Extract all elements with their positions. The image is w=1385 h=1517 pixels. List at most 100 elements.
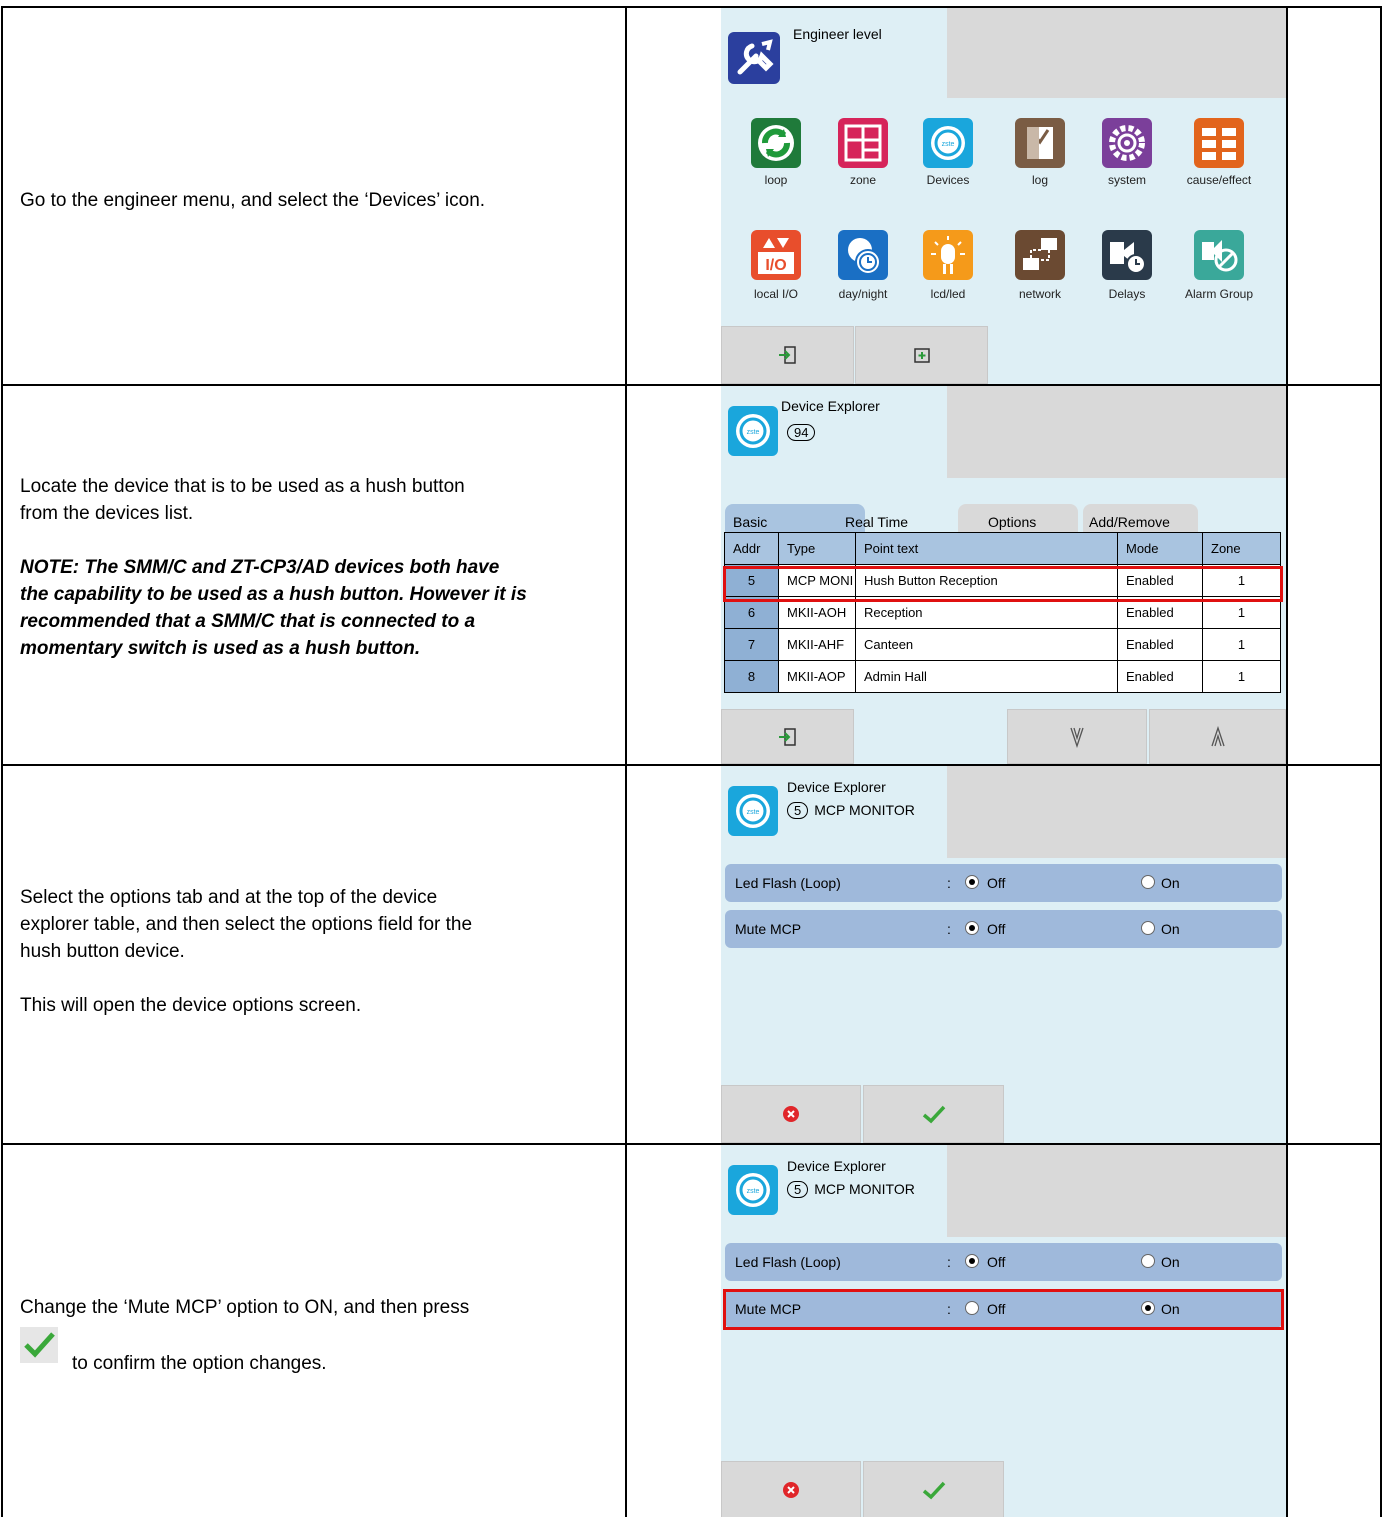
engineer-wrench-icon xyxy=(728,32,780,84)
column-divider-right xyxy=(1380,6,1382,1517)
device-table: Addr Type Point text Mode Zone 5 MCP MON… xyxy=(724,532,1281,693)
svg-text:I/O: I/O xyxy=(765,257,786,274)
loop-icon[interactable] xyxy=(751,118,801,168)
radio-on[interactable] xyxy=(1141,921,1155,935)
device-name: MCP MONITOR xyxy=(814,802,915,818)
column-header: Mode xyxy=(1117,532,1203,565)
radio-off[interactable] xyxy=(965,875,979,889)
confirm-button[interactable] xyxy=(863,1085,1004,1143)
exit-button[interactable] xyxy=(721,709,854,764)
alarm-group-icon[interactable] xyxy=(1194,230,1244,280)
option-colon: : xyxy=(947,921,951,937)
instruction-line: to confirm the option changes. xyxy=(72,1353,327,1374)
instruction-text: Go to the engineer menu, and select the … xyxy=(20,190,486,211)
screen-title: Device Explorer xyxy=(781,398,880,414)
column-divider-2 xyxy=(1286,6,1288,1517)
cell-type: MKII-AHF xyxy=(778,628,856,661)
svg-text:zste: zste xyxy=(942,141,955,148)
device-identifier: 5 MCP MONITOR xyxy=(787,802,915,819)
log-icon[interactable] xyxy=(1015,118,1065,168)
add-folder-icon xyxy=(913,348,930,363)
checkmark-icon xyxy=(20,1327,58,1363)
exit-icon xyxy=(778,346,796,364)
device-count-badge: 94 xyxy=(787,424,821,441)
checkmark-icon xyxy=(922,1481,945,1500)
system-icon[interactable] xyxy=(1102,118,1152,168)
day-night-icon[interactable] xyxy=(838,230,888,280)
column-header: Addr xyxy=(724,532,779,565)
option-label: Led Flash (Loop) xyxy=(735,875,841,891)
note-line: momentary switch is used as a hush butto… xyxy=(20,638,421,659)
alarm-group-label: Alarm Group xyxy=(1184,287,1254,301)
tab-real-time[interactable]: Real Time xyxy=(837,504,957,532)
device-options-updated-screen: zste Device Explorer 5 MCP MONITOR Led Fl… xyxy=(721,1145,1286,1517)
add-button[interactable] xyxy=(855,326,988,384)
cell-zone: 1 xyxy=(1202,628,1281,661)
delays-icon[interactable] xyxy=(1102,230,1152,280)
cancel-button[interactable] xyxy=(721,1461,861,1517)
option-row-led-flash[interactable]: Led Flash (Loop) : Off On xyxy=(725,1243,1282,1281)
radio-on-label: On xyxy=(1161,875,1180,891)
cell-addr: 8 xyxy=(724,660,779,693)
network-icon[interactable] xyxy=(1015,230,1065,280)
cancel-icon xyxy=(783,1482,799,1498)
radio-off-label: Off xyxy=(987,921,1006,937)
option-row-led-flash[interactable]: Led Flash (Loop) : Off On xyxy=(725,864,1282,902)
radio-off-label: Off xyxy=(987,1254,1006,1270)
lcd-led-icon[interactable] xyxy=(923,230,973,280)
note-line: the capability to be used as a hush butt… xyxy=(20,584,527,605)
column-divider-left xyxy=(1,6,3,1517)
column-header: Point text xyxy=(855,532,1118,565)
zone-icon[interactable] xyxy=(838,118,888,168)
radio-on-label: On xyxy=(1161,921,1180,937)
option-label: Mute MCP xyxy=(735,921,802,937)
tab-options[interactable]: Options xyxy=(958,504,1078,532)
cause-effect-icon[interactable] xyxy=(1194,118,1244,168)
instruction-line: This will open the device options screen… xyxy=(20,995,362,1016)
option-colon: : xyxy=(947,1254,951,1270)
column-divider-1 xyxy=(625,6,627,1517)
column-header: Zone xyxy=(1202,532,1281,565)
instruction-line: Locate the device that is to be used as … xyxy=(20,476,465,497)
cell-addr: 7 xyxy=(724,628,779,661)
devices-icon: zste xyxy=(728,1165,778,1215)
option-row-mute-mcp[interactable]: Mute MCP : Off On xyxy=(725,910,1282,948)
cause-effect-label: cause/effect xyxy=(1186,173,1252,187)
table-row[interactable]: 8 MKII-AOP Admin Hall Enabled 1 xyxy=(724,660,1281,693)
note-line: NOTE: The SMM/C and ZT-CP3/AD devices bo… xyxy=(20,557,500,578)
svg-text:zste: zste xyxy=(747,429,760,436)
svg-text:zste: zste xyxy=(747,1188,760,1195)
radio-on[interactable] xyxy=(1141,1254,1155,1268)
radio-off[interactable] xyxy=(965,1254,979,1268)
cell-type: MKII-AOP xyxy=(778,660,856,693)
highlight-box xyxy=(723,566,1283,602)
tab-add-remove[interactable]: Add/Remove xyxy=(1083,504,1198,532)
screen-title: Device Explorer xyxy=(787,779,886,795)
radio-off[interactable] xyxy=(965,921,979,935)
instruction-text: Change the ‘Mute MCP’ option to ON, and … xyxy=(20,1294,469,1321)
radio-off-label: Off xyxy=(987,875,1006,891)
scroll-up-button[interactable] xyxy=(1149,709,1286,764)
option-colon: : xyxy=(947,875,951,891)
checkmark-icon xyxy=(922,1105,945,1124)
devices-icon[interactable]: zste xyxy=(923,118,973,168)
device-address-badge: 5 xyxy=(787,1181,809,1198)
instruction-line: hush button device. xyxy=(20,941,185,962)
table-row[interactable]: 7 MKII-AHF Canteen Enabled 1 xyxy=(724,628,1281,661)
instruction-line: Select the options tab and at the top of… xyxy=(20,887,438,908)
cancel-icon xyxy=(783,1106,799,1122)
instruction-text: Select the options tab and at the top of… xyxy=(20,884,472,1019)
instruction-text: Locate the device that is to be used as … xyxy=(20,473,527,662)
confirm-button[interactable] xyxy=(863,1461,1004,1517)
cancel-button[interactable] xyxy=(721,1085,861,1143)
device-explorer-list-screen: zste Device Explorer 94 Basic Real Time … xyxy=(721,386,1286,764)
scroll-down-button[interactable] xyxy=(1007,709,1147,764)
exit-icon xyxy=(778,727,796,746)
screen-title: Engineer level xyxy=(793,26,882,42)
note-line: recommended that a SMM/C that is connect… xyxy=(20,611,476,632)
cell-point-text: Canteen xyxy=(855,628,1118,661)
local-io-icon[interactable]: I/O xyxy=(751,230,801,280)
radio-on[interactable] xyxy=(1141,875,1155,889)
device-name: MCP MONITOR xyxy=(814,1181,915,1197)
exit-button[interactable] xyxy=(721,326,854,384)
